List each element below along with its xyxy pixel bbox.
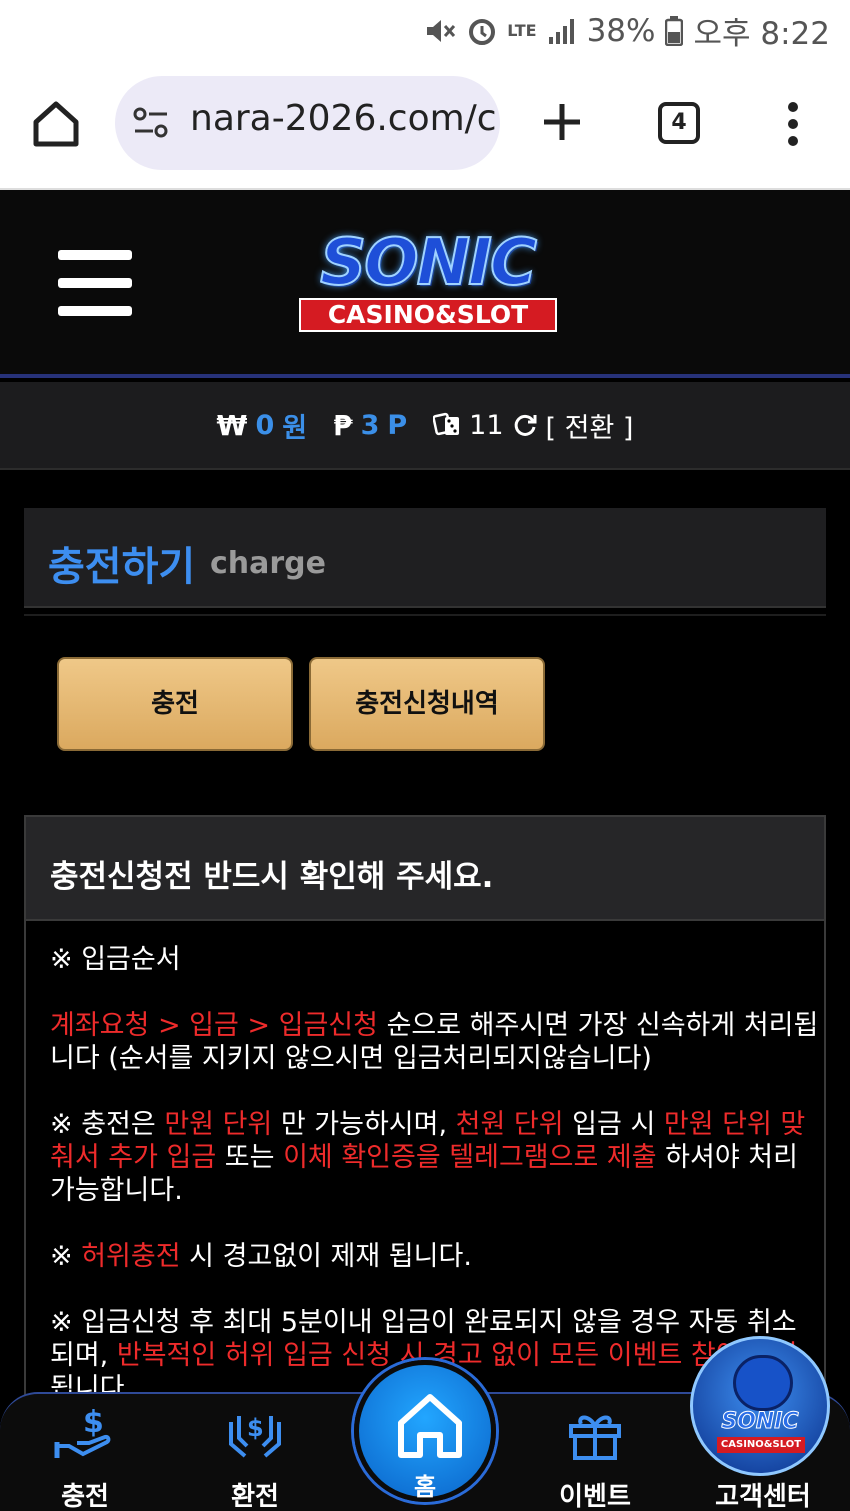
point-icon: ₱ xyxy=(333,408,353,442)
nav-home[interactable]: 홈 xyxy=(354,1360,496,1502)
switch-button[interactable]: [ 전환 ] xyxy=(546,406,634,445)
point-balance: ₱ 3 P xyxy=(333,409,407,442)
nav-event[interactable]: 이벤트 xyxy=(535,1402,655,1511)
signal-icon xyxy=(548,18,574,44)
notice-fake-charge-text: ※ 허위충전 시 경고없이 제재 됩니다. xyxy=(50,1241,472,1272)
badge-logo-subtitle: CASINO&SLOT xyxy=(717,1437,805,1453)
money-value: 0 xyxy=(255,409,275,441)
notice-order-heading: ※ 입금순서 xyxy=(50,944,181,975)
chip-balance: 11 [ 전환 ] xyxy=(433,406,633,445)
sonic-mascot-icon xyxy=(733,1355,793,1411)
notice-header: 충전신청전 반드시 확인해 주세요. xyxy=(26,817,824,921)
site-logo[interactable]: SONIC CASINO&SLOT xyxy=(275,225,580,336)
battery-percent: 38% xyxy=(586,12,656,49)
divider xyxy=(24,614,826,616)
nav-charge[interactable]: $ 충전 xyxy=(25,1402,145,1511)
more-options-icon[interactable] xyxy=(780,100,806,148)
status-icons: LTE 38% 오후 8:22 xyxy=(425,8,830,53)
dice-icon xyxy=(433,412,460,436)
money-unit: 원 xyxy=(282,412,308,444)
tab-switcher-button[interactable]: 4 xyxy=(658,102,700,144)
page-title: 충전하기 xyxy=(48,544,196,590)
site-header: SONIC CASINO&SLOT xyxy=(0,190,850,378)
menu-icon[interactable] xyxy=(58,250,132,316)
svg-text:$: $ xyxy=(247,1414,264,1442)
address-bar[interactable]: nara-2026.com/c xyxy=(115,76,500,170)
mute-icon xyxy=(427,19,456,42)
clock: 오후 8:22 xyxy=(693,16,830,52)
site-settings-icon[interactable] xyxy=(133,106,169,140)
won-icon: ₩ xyxy=(216,408,248,442)
exchange-icon: $ xyxy=(229,1414,281,1458)
point-value: 3 xyxy=(360,409,380,441)
battery-icon xyxy=(665,15,684,46)
nav-support-label: 고객센터 xyxy=(715,1482,811,1511)
notice-unit-text: ※ 충전은 만원 단위 만 가능하시며, 천원 단위 입금 시 만원 단위 맞춰… xyxy=(50,1109,806,1206)
status-bar: LTE 38% 오후 8:22 xyxy=(0,0,850,60)
charge-history-button[interactable]: 충전신청내역 xyxy=(309,657,545,751)
nav-exchange[interactable]: $ 환전 xyxy=(195,1402,315,1511)
notice-box: 충전신청전 반드시 확인해 주세요. ※ 입금순서 계좌요청 > 입금 > 입금… xyxy=(24,815,826,1435)
lte-icon: LTE xyxy=(507,20,537,40)
alarm-icon xyxy=(469,18,496,45)
balance-bar: ₩ 0 원 ₱ 3 P 11 [ 전환 ] xyxy=(0,382,850,470)
charge-button[interactable]: 충전 xyxy=(57,657,293,751)
home-icon[interactable] xyxy=(30,98,82,150)
page-subtitle: charge xyxy=(210,546,327,581)
gift-icon xyxy=(569,1415,621,1460)
money-balance: ₩ 0 원 xyxy=(217,406,308,445)
url-text: nara-2026.com/c xyxy=(190,98,497,139)
notice-order-text: 계좌요청 > 입금 > 입금신청 순으로 해주시면 가장 신속하게 처리됩니다 … xyxy=(50,1010,819,1074)
nav-home-label: 홈 xyxy=(413,1473,437,1501)
chip-value: 11 xyxy=(469,409,504,441)
browser-toolbar: nara-2026.com/c 4 xyxy=(0,60,850,190)
home-icon xyxy=(398,1394,462,1458)
refresh-icon[interactable] xyxy=(512,412,538,438)
nav-charge-label: 충전 xyxy=(61,1482,109,1511)
nav-exchange-label: 환전 xyxy=(231,1482,279,1511)
section-header: 충전하기 charge xyxy=(24,508,826,608)
point-unit: P xyxy=(387,409,408,441)
svg-text:$: $ xyxy=(83,1405,104,1440)
logo-title: SONIC xyxy=(319,225,538,301)
new-tab-icon[interactable] xyxy=(540,100,584,144)
badge-logo-title: SONIC xyxy=(721,1409,799,1435)
logo-subtitle: CASINO&SLOT xyxy=(299,298,557,332)
sonic-mascot-badge[interactable]: SONIC CASINO&SLOT xyxy=(690,1336,830,1476)
deposit-icon: $ xyxy=(54,1405,111,1458)
notice-title: 충전신청전 반드시 확인해 주세요. xyxy=(50,859,494,895)
nav-event-label: 이벤트 xyxy=(559,1482,631,1511)
